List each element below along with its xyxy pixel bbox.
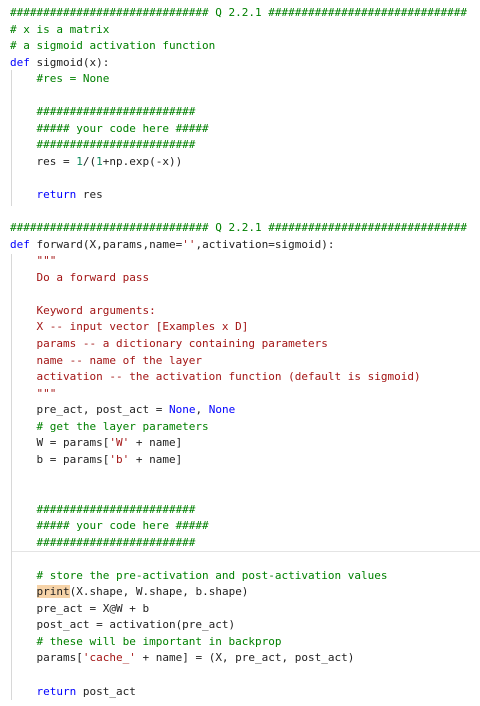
code-line: params['cache_' + name] = (X, pre_act, p… — [10, 651, 355, 665]
code-line: res = 1/(1+np.exp(-x)) — [10, 154, 183, 168]
code-line: b = params['b' + name] — [10, 452, 183, 466]
code-line: ##### your code here ##### — [10, 519, 209, 533]
code-line: pre_act, post_act = None, None — [10, 403, 236, 417]
code-line: #res = None — [10, 72, 110, 86]
code-line: return post_act — [36, 684, 136, 698]
code-line: W = params['W' + name] — [10, 436, 183, 450]
code-line: pre_act = X@W + b — [10, 601, 150, 615]
code-line: print(X.shape, W.shape, b.shape) — [36, 585, 249, 599]
code-line: """ — [10, 254, 57, 268]
code-line: def forward(X,params,name='',activation=… — [10, 237, 335, 251]
code-line: ############################## Q 2.2.1 #… — [10, 6, 467, 19]
code-line: post_act = activation(pre_act) — [10, 618, 236, 632]
code-line: """ — [10, 386, 57, 400]
code-line: # x is a matrix — [10, 22, 110, 36]
code-line: # a sigmoid activation function — [10, 39, 216, 53]
code-line: Keyword arguments: — [10, 303, 156, 317]
code-line: activation -- the activation function (d… — [10, 370, 421, 384]
code-line: ######################## — [10, 138, 196, 152]
code-line: # store the pre-activation and post-acti… — [10, 568, 388, 582]
code-line: # these will be important in backprop — [10, 634, 282, 648]
code-line: params -- a dictionary containing parame… — [10, 337, 328, 350]
code-editor[interactable]: ############################## Q 2.2.1 #… — [0, 0, 480, 706]
code-line: ######################## — [10, 105, 196, 119]
code-line: ######################## — [10, 502, 196, 516]
code-line: Do a forward pass — [10, 270, 150, 284]
code-line: ##### your code here ##### — [10, 121, 209, 135]
code-line: def sigmoid(x): — [10, 55, 110, 69]
code-line: X -- input vector [Examples x D] — [10, 320, 249, 334]
code-line: name -- name of the layer — [10, 353, 203, 367]
code-line: ############################## Q 2.2.1 #… — [10, 221, 467, 235]
cell-divider — [12, 551, 480, 552]
code-line: # get the layer parameters — [10, 419, 209, 433]
code-line: ######################## — [10, 535, 196, 549]
code-line: return res — [36, 188, 103, 202]
